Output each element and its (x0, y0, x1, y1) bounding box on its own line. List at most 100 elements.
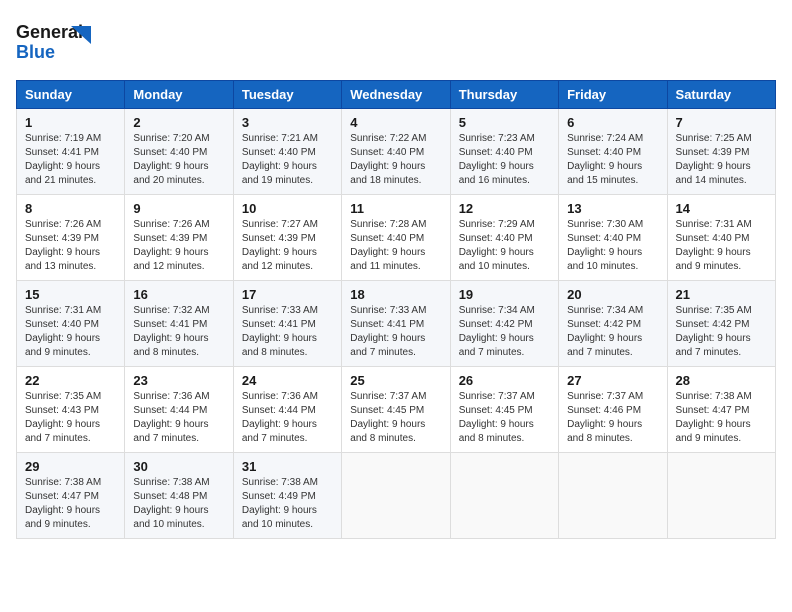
page-header: General Blue (16, 16, 776, 68)
day-of-week-header: Sunday (17, 81, 125, 109)
cell-info: Sunrise: 7:37 AM Sunset: 4:45 PM Dayligh… (459, 390, 550, 446)
calendar-week-row: 22Sunrise: 7:35 AM Sunset: 4:43 PM Dayli… (17, 367, 776, 453)
calendar-cell: 4 Sunrise: 7:22 AM Sunset: 4:40 PM Daylig… (342, 109, 450, 195)
day-number: 4 (350, 115, 441, 130)
day-number: 9 (133, 201, 224, 216)
calendar-week-row: 1 Sunrise: 7:19 AM Sunset: 4:41 PM Daylig… (17, 109, 776, 195)
cell-info: Sunrise: 7:30 AM Sunset: 4:40 PM Dayligh… (567, 218, 658, 274)
day-number: 28 (676, 373, 767, 388)
cell-info: Sunrise: 7:37 AM Sunset: 4:46 PM Dayligh… (567, 390, 658, 446)
svg-text:General: General (16, 22, 83, 42)
cell-info: Sunrise: 7:34 AM Sunset: 4:42 PM Dayligh… (567, 304, 658, 360)
calendar-cell: 1 Sunrise: 7:19 AM Sunset: 4:41 PM Daylig… (17, 109, 125, 195)
day-of-week-header: Friday (559, 81, 667, 109)
day-number: 19 (459, 287, 550, 302)
calendar-cell: 7 Sunrise: 7:25 AM Sunset: 4:39 PM Daylig… (667, 109, 775, 195)
cell-info: Sunrise: 7:35 AM Sunset: 4:42 PM Dayligh… (676, 304, 767, 360)
day-number: 20 (567, 287, 658, 302)
cell-info: Sunrise: 7:19 AM Sunset: 4:41 PM Dayligh… (25, 132, 116, 188)
cell-info: Sunrise: 7:29 AM Sunset: 4:40 PM Dayligh… (459, 218, 550, 274)
cell-info: Sunrise: 7:21 AM Sunset: 4:40 PM Dayligh… (242, 132, 333, 188)
calendar-table: SundayMondayTuesdayWednesdayThursdayFrid… (16, 80, 776, 539)
calendar-cell: 10 Sunrise: 7:27 AM Sunset: 4:39 PM Dayli… (233, 195, 341, 281)
cell-info: Sunrise: 7:31 AM Sunset: 4:40 PM Dayligh… (676, 218, 767, 274)
calendar-cell: 27Sunrise: 7:37 AM Sunset: 4:46 PM Dayli… (559, 367, 667, 453)
cell-info: Sunrise: 7:26 AM Sunset: 4:39 PM Dayligh… (25, 218, 116, 274)
cell-info: Sunrise: 7:32 AM Sunset: 4:41 PM Dayligh… (133, 304, 224, 360)
calendar-cell: 8 Sunrise: 7:26 AM Sunset: 4:39 PM Daylig… (17, 195, 125, 281)
cell-info: Sunrise: 7:38 AM Sunset: 4:47 PM Dayligh… (676, 390, 767, 446)
day-number: 12 (459, 201, 550, 216)
cell-info: Sunrise: 7:23 AM Sunset: 4:40 PM Dayligh… (459, 132, 550, 188)
calendar-cell (559, 453, 667, 539)
day-number: 7 (676, 115, 767, 130)
cell-info: Sunrise: 7:36 AM Sunset: 4:44 PM Dayligh… (133, 390, 224, 446)
day-number: 14 (676, 201, 767, 216)
calendar-cell: 19 Sunrise: 7:34 AM Sunset: 4:42 PM Dayli… (450, 281, 558, 367)
calendar-cell: 25 Sunrise: 7:37 AM Sunset: 4:45 PM Dayli… (342, 367, 450, 453)
cell-info: Sunrise: 7:22 AM Sunset: 4:40 PM Dayligh… (350, 132, 441, 188)
cell-info: Sunrise: 7:37 AM Sunset: 4:45 PM Dayligh… (350, 390, 441, 446)
day-number: 18 (350, 287, 441, 302)
calendar-cell: 12 Sunrise: 7:29 AM Sunset: 4:40 PM Dayli… (450, 195, 558, 281)
calendar-cell: 31 Sunrise: 7:38 AM Sunset: 4:49 PM Dayli… (233, 453, 341, 539)
day-number: 8 (25, 201, 116, 216)
cell-info: Sunrise: 7:27 AM Sunset: 4:39 PM Dayligh… (242, 218, 333, 274)
cell-info: Sunrise: 7:38 AM Sunset: 4:47 PM Dayligh… (25, 476, 116, 532)
calendar-cell: 26Sunrise: 7:37 AM Sunset: 4:45 PM Dayli… (450, 367, 558, 453)
calendar-cell: 17Sunrise: 7:33 AM Sunset: 4:41 PM Dayli… (233, 281, 341, 367)
day-number: 15 (25, 287, 116, 302)
calendar-cell: 24Sunrise: 7:36 AM Sunset: 4:44 PM Dayli… (233, 367, 341, 453)
cell-info: Sunrise: 7:26 AM Sunset: 4:39 PM Dayligh… (133, 218, 224, 274)
logo: General Blue (16, 16, 106, 68)
day-number: 6 (567, 115, 658, 130)
day-number: 3 (242, 115, 333, 130)
calendar-week-row: 8 Sunrise: 7:26 AM Sunset: 4:39 PM Daylig… (17, 195, 776, 281)
calendar-cell: 21 Sunrise: 7:35 AM Sunset: 4:42 PM Dayli… (667, 281, 775, 367)
cell-info: Sunrise: 7:38 AM Sunset: 4:48 PM Dayligh… (133, 476, 224, 532)
calendar-cell: 22Sunrise: 7:35 AM Sunset: 4:43 PM Dayli… (17, 367, 125, 453)
calendar-cell: 6 Sunrise: 7:24 AM Sunset: 4:40 PM Daylig… (559, 109, 667, 195)
cell-info: Sunrise: 7:20 AM Sunset: 4:40 PM Dayligh… (133, 132, 224, 188)
svg-text:Blue: Blue (16, 42, 55, 62)
day-of-week-header: Wednesday (342, 81, 450, 109)
day-of-week-header: Monday (125, 81, 233, 109)
calendar-cell (667, 453, 775, 539)
cell-info: Sunrise: 7:31 AM Sunset: 4:40 PM Dayligh… (25, 304, 116, 360)
calendar-cell: 14 Sunrise: 7:31 AM Sunset: 4:40 PM Dayli… (667, 195, 775, 281)
day-number: 21 (676, 287, 767, 302)
day-number: 10 (242, 201, 333, 216)
day-number: 13 (567, 201, 658, 216)
day-number: 29 (25, 459, 116, 474)
cell-info: Sunrise: 7:34 AM Sunset: 4:42 PM Dayligh… (459, 304, 550, 360)
cell-info: Sunrise: 7:25 AM Sunset: 4:39 PM Dayligh… (676, 132, 767, 188)
calendar-cell: 29 Sunrise: 7:38 AM Sunset: 4:47 PM Dayli… (17, 453, 125, 539)
logo-svg: General Blue (16, 16, 106, 68)
calendar-cell: 16 Sunrise: 7:32 AM Sunset: 4:41 PM Dayli… (125, 281, 233, 367)
day-number: 30 (133, 459, 224, 474)
day-number: 1 (25, 115, 116, 130)
day-number: 25 (350, 373, 441, 388)
calendar-cell: 5 Sunrise: 7:23 AM Sunset: 4:40 PM Daylig… (450, 109, 558, 195)
day-of-week-header: Thursday (450, 81, 558, 109)
calendar-cell: 20 Sunrise: 7:34 AM Sunset: 4:42 PM Dayli… (559, 281, 667, 367)
calendar-cell: 9 Sunrise: 7:26 AM Sunset: 4:39 PM Daylig… (125, 195, 233, 281)
day-number: 11 (350, 201, 441, 216)
day-of-week-header: Tuesday (233, 81, 341, 109)
calendar-header-row: SundayMondayTuesdayWednesdayThursdayFrid… (17, 81, 776, 109)
day-number: 2 (133, 115, 224, 130)
calendar-cell: 13 Sunrise: 7:30 AM Sunset: 4:40 PM Dayli… (559, 195, 667, 281)
day-number: 5 (459, 115, 550, 130)
calendar-cell: 11Sunrise: 7:28 AM Sunset: 4:40 PM Dayli… (342, 195, 450, 281)
day-number: 22 (25, 373, 116, 388)
cell-info: Sunrise: 7:38 AM Sunset: 4:49 PM Dayligh… (242, 476, 333, 532)
day-number: 24 (242, 373, 333, 388)
calendar-cell (342, 453, 450, 539)
day-number: 16 (133, 287, 224, 302)
cell-info: Sunrise: 7:33 AM Sunset: 4:41 PM Dayligh… (242, 304, 333, 360)
calendar-cell: 28 Sunrise: 7:38 AM Sunset: 4:47 PM Dayli… (667, 367, 775, 453)
calendar-cell (450, 453, 558, 539)
cell-info: Sunrise: 7:24 AM Sunset: 4:40 PM Dayligh… (567, 132, 658, 188)
day-number: 31 (242, 459, 333, 474)
calendar-cell: 30 Sunrise: 7:38 AM Sunset: 4:48 PM Dayli… (125, 453, 233, 539)
